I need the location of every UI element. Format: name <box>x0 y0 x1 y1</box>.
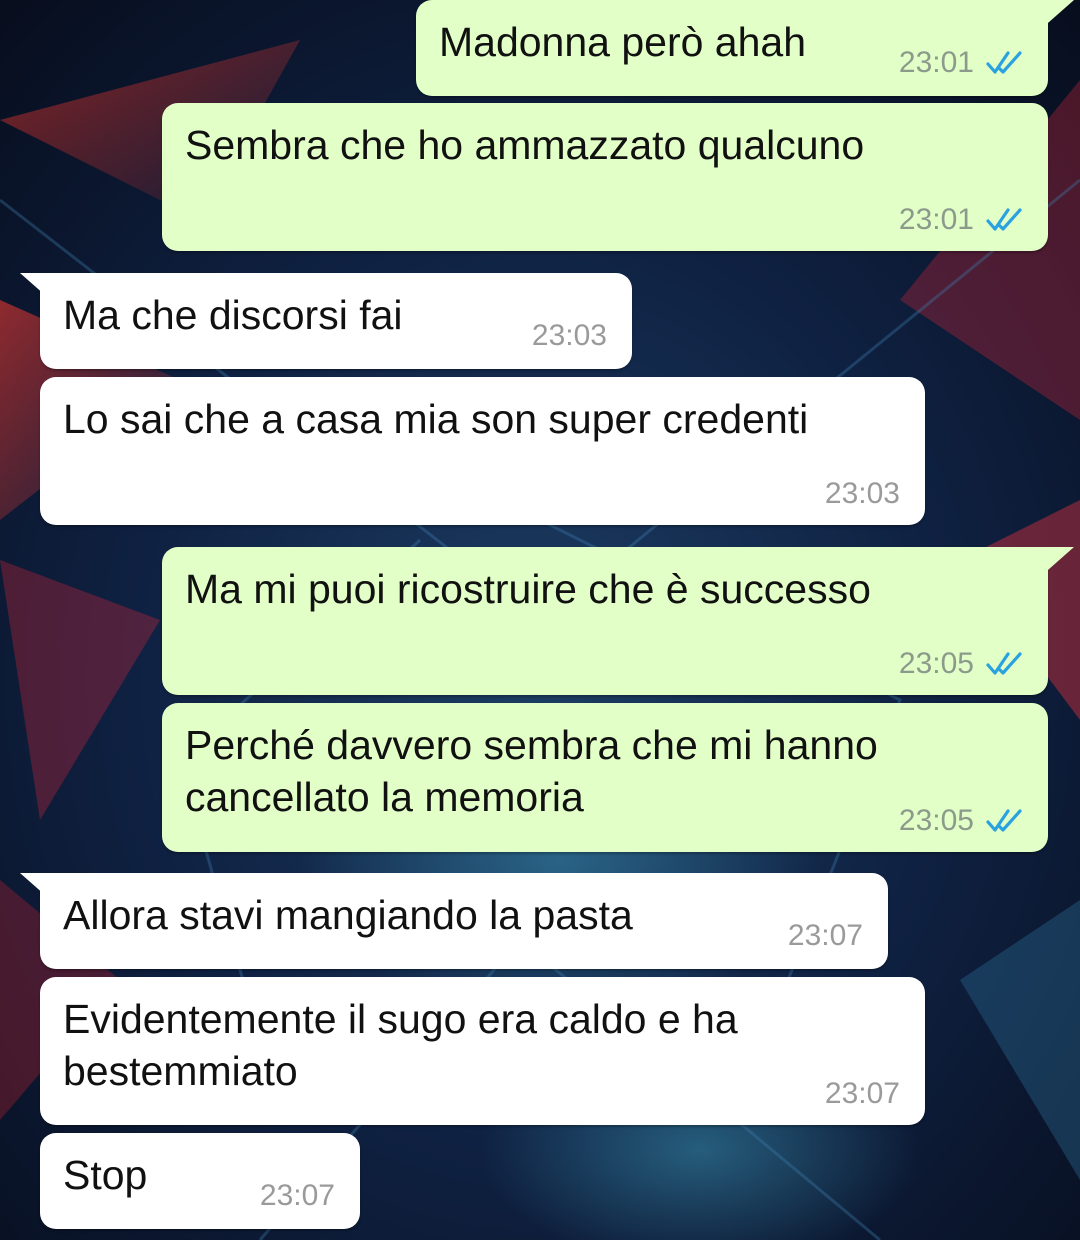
message-timestamp: 23:03 <box>824 477 900 510</box>
message-timestamp: 23:03 <box>531 319 607 352</box>
message-meta: 23:05 <box>899 804 1026 838</box>
message-timestamp: 23:01 <box>898 203 974 236</box>
message-meta: 23:01 <box>899 46 1026 80</box>
outgoing-message-bubble[interactable]: Ma mi puoi ricostruire che è successo 23:… <box>162 547 1074 695</box>
outgoing-message-bubble[interactable]: Perché davvero sembra che mi hanno cance… <box>162 703 1048 852</box>
incoming-message-bubble[interactable]: Evidentemente il sugo era caldo e ha bes… <box>40 977 925 1125</box>
outgoing-message-bubble[interactable]: Sembra che ho ammazzato qualcuno 23:01 <box>162 103 1048 251</box>
message-meta: 23:07 <box>825 1077 900 1111</box>
bubble-tail <box>20 273 54 303</box>
incoming-message-bubble[interactable]: Allora stavi mangiando la pasta 23:07 <box>20 873 888 969</box>
message-meta: 23:03 <box>532 319 607 353</box>
message-timestamp: 23:07 <box>787 919 863 952</box>
message-timestamp: 23:05 <box>898 647 974 680</box>
read-double-check-icon <box>986 51 1022 74</box>
message-text: Ma che discorsi fai <box>63 292 403 338</box>
incoming-message-bubble[interactable]: Ma che discorsi fai 23:03 <box>20 273 632 369</box>
bubble-tail <box>20 873 54 903</box>
message-timestamp: 23:05 <box>898 804 974 837</box>
message-timestamp: 23:07 <box>824 1077 900 1110</box>
message-list[interactable]: Madonna però ahah 23:01 Sembra che ho amma… <box>0 0 1080 1240</box>
incoming-message-bubble[interactable]: Lo sai che a casa mia son super credenti… <box>40 377 925 525</box>
message-meta: 23:01 <box>899 203 1026 237</box>
message-meta: 23:07 <box>788 919 863 953</box>
message-text: Sembra che ho ammazzato qualcuno <box>185 122 865 168</box>
message-meta: 23:03 <box>825 477 900 511</box>
message-meta: 23:07 <box>260 1179 335 1213</box>
message-text: Ma mi puoi ricostruire che è successo <box>185 566 871 612</box>
bubble-tail <box>1040 547 1074 577</box>
message-timestamp: 23:07 <box>259 1179 335 1212</box>
read-double-check-icon <box>986 809 1022 832</box>
incoming-message-bubble[interactable]: Stop 23:07 <box>40 1133 360 1229</box>
message-text: Evidentemente il sugo era caldo e ha bes… <box>63 996 738 1094</box>
read-double-check-icon <box>986 208 1022 231</box>
message-text: Lo sai che a casa mia son super credenti <box>63 396 809 442</box>
message-meta: 23:05 <box>899 647 1026 681</box>
bubble-tail <box>1040 0 1074 30</box>
outgoing-message-bubble[interactable]: Madonna però ahah 23:01 <box>416 0 1074 96</box>
message-timestamp: 23:01 <box>898 46 974 79</box>
message-text: Allora stavi mangiando la pasta <box>63 892 633 938</box>
read-double-check-icon <box>986 652 1022 675</box>
